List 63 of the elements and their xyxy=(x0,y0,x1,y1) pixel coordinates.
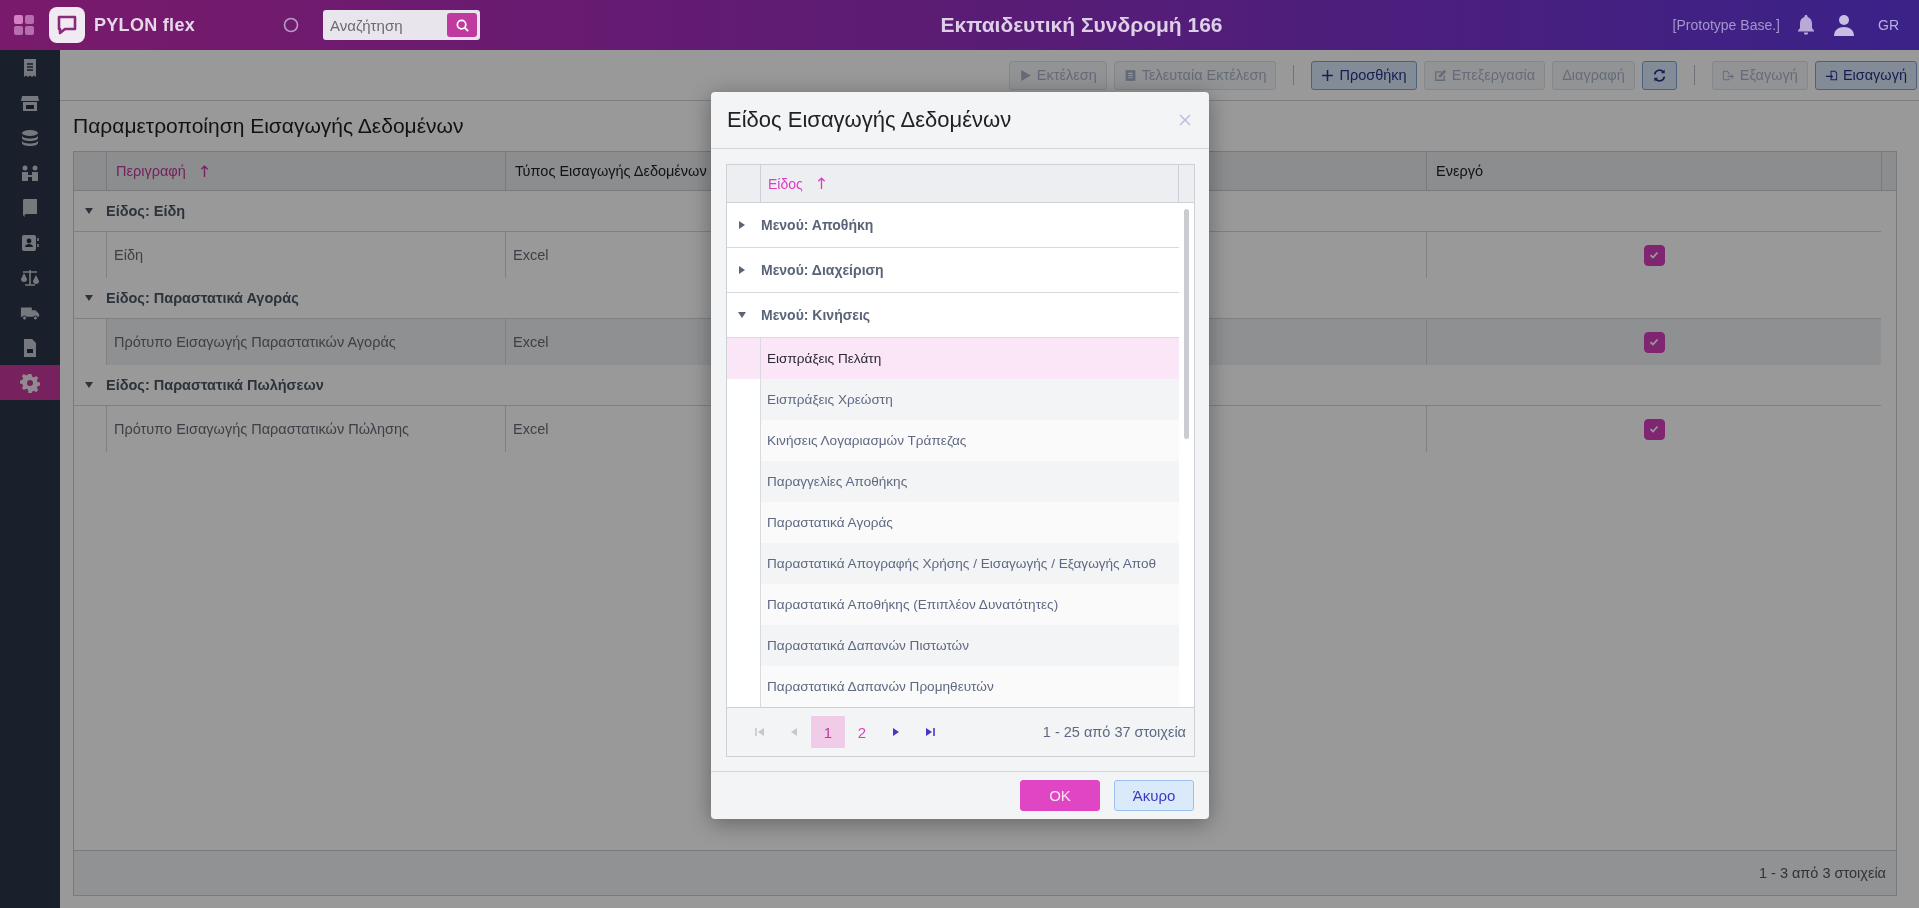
logo-text: PYLON flex xyxy=(94,14,196,36)
group-label: Μενού: Αποθήκη xyxy=(761,217,874,233)
file-arrow-icon xyxy=(1721,68,1735,82)
check-icon xyxy=(1648,336,1660,348)
group-label: Μενού: Διαχείριση xyxy=(761,262,884,278)
page-button[interactable]: 2 xyxy=(845,716,879,748)
file-arrow-icon xyxy=(1824,68,1838,82)
add-button[interactable]: Προσθήκη xyxy=(1311,60,1417,90)
table-cell: Είδη xyxy=(106,232,505,278)
import-button[interactable]: Εισαγωγή xyxy=(1814,60,1917,90)
check-icon xyxy=(1648,249,1660,261)
group-label: Είδος: Παραστατικά Πωλήσεων xyxy=(106,377,324,393)
window-title: Εκπαιδευτική Συνδρομή 166 xyxy=(940,13,1223,37)
page-title: Παραμετροποίηση Εισαγωγής Δεδομένων xyxy=(73,114,464,138)
document-icon xyxy=(1123,68,1137,82)
caret-icon xyxy=(737,220,747,230)
first-page-icon xyxy=(755,727,765,737)
pager-summary: 1 - 3 από 3 στοιχεία xyxy=(1758,865,1886,881)
plus-icon xyxy=(1321,68,1335,82)
ok-button[interactable]: OK xyxy=(1020,780,1100,811)
group-row[interactable]: Μενού: Διαχείριση xyxy=(727,248,1179,293)
column-header[interactable]: Ενεργό xyxy=(1426,152,1881,190)
group-row[interactable]: Μενού: Αποθήκη xyxy=(727,203,1179,248)
caret-icon xyxy=(84,380,94,390)
search-icon xyxy=(454,17,470,33)
apps-icon[interactable] xyxy=(14,15,34,35)
chat-bubble-icon xyxy=(49,7,85,43)
pager-summary: 1 - 25 από 37 στοιχεία xyxy=(1042,724,1186,740)
caret-icon xyxy=(737,265,747,275)
sidebar-item[interactable] xyxy=(0,365,60,400)
dialog-title: Είδος Εισαγωγής Δεδομένων xyxy=(727,107,1012,133)
database-label: [Prototype Base.] xyxy=(1672,17,1780,33)
circle-icon xyxy=(283,17,300,33)
language-label[interactable]: GR xyxy=(1878,17,1899,33)
page-button[interactable]: 1 xyxy=(811,716,845,748)
user-icon[interactable] xyxy=(1832,13,1856,37)
check-icon xyxy=(1648,423,1660,435)
pencil-icon xyxy=(1433,68,1447,82)
caret-icon xyxy=(84,293,94,303)
cancel-button[interactable]: Άκυρο xyxy=(1114,780,1194,811)
group-label: Είδος: Παραστατικά Αγοράς xyxy=(106,290,299,306)
refresh-icon xyxy=(1651,67,1667,83)
previous-page-icon xyxy=(789,727,799,737)
search-button[interactable] xyxy=(447,13,478,37)
caret-icon xyxy=(84,206,94,216)
list-item[interactable]: Εισπράξεις Πελάτη xyxy=(727,338,1179,379)
next-page-icon xyxy=(891,727,901,737)
play-icon xyxy=(1018,68,1032,82)
settings-icon xyxy=(20,372,40,393)
group-label: Είδος: Είδη xyxy=(106,203,186,219)
checkbox[interactable] xyxy=(1643,331,1665,353)
table-cell: Πρότυπο Εισαγωγής Παραστατικών Αγοράς xyxy=(106,319,505,365)
last-page-icon xyxy=(925,727,935,737)
checkbox[interactable] xyxy=(1643,418,1665,440)
refresh-button[interactable] xyxy=(1641,60,1677,90)
coins-icon xyxy=(20,127,40,148)
contact-card-icon xyxy=(20,232,40,253)
checkbox[interactable] xyxy=(1643,244,1665,266)
column-header[interactable]: Περιγραφή xyxy=(106,152,505,190)
sort-arrow-icon xyxy=(816,177,826,190)
sort-arrow-icon xyxy=(199,164,209,178)
scales-icon xyxy=(20,267,40,288)
table-cell: Πρότυπο Εισαγωγής Παραστατικών Πώλησης xyxy=(106,406,505,452)
